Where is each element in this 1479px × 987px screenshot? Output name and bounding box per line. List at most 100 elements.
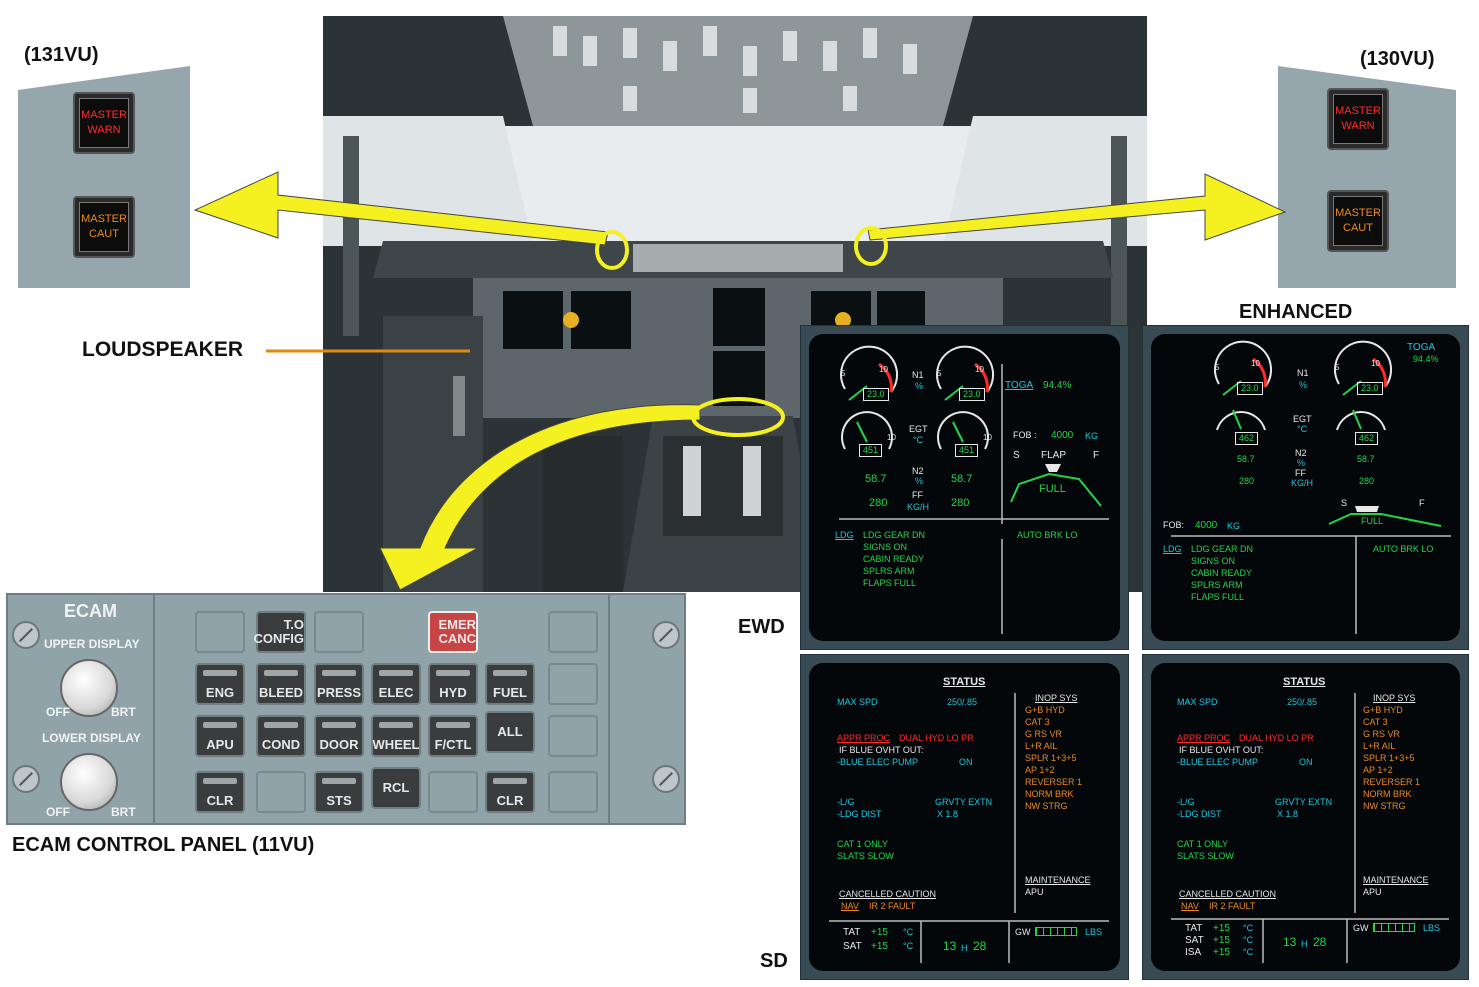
- wheel-button[interactable]: WHEEL: [371, 715, 421, 757]
- ewd-std-n1-2-five: 5: [937, 369, 942, 378]
- ewd-std-memo-4: FLAPS FULL: [863, 578, 917, 588]
- ewd-enh-ldg: LDG: [1163, 544, 1182, 554]
- clr-left-label: CLR: [206, 793, 234, 808]
- eng-button[interactable]: ENG: [195, 663, 245, 705]
- clr-right-button[interactable]: CLR: [485, 771, 535, 813]
- ewd-std-ff-label: FF: [912, 490, 923, 500]
- lower-display-knob[interactable]: [60, 753, 118, 811]
- sd-std-max-spd: MAX SPD: [837, 697, 878, 707]
- ewd-std-n1-1-five: 5: [841, 369, 846, 378]
- ewd-enh-ff-2-value: 280: [1359, 476, 1375, 486]
- sd-enh-inop-3: L+R AIL: [1363, 741, 1396, 751]
- sd-std-inop-8: NW STRG: [1025, 801, 1068, 811]
- sd-std-grvty: GRVTY EXTN: [935, 797, 993, 807]
- upper-brt-label: BRT: [111, 705, 136, 719]
- sd-std-gw: GW: [1015, 927, 1031, 937]
- sd-enh-h: H: [1301, 939, 1308, 949]
- clr-left-button[interactable]: CLR: [195, 771, 245, 813]
- sts-label: STS: [326, 793, 352, 808]
- ewd-std-fob: FOB :: [1013, 430, 1037, 440]
- ecam-title: ECAM: [64, 601, 117, 621]
- sd-std-sat-value: +15: [871, 941, 888, 952]
- all-label: ALL: [497, 724, 523, 739]
- sd-std-tat: TAT: [843, 927, 861, 938]
- sd-std-inop-6: REVERSER 1: [1025, 777, 1083, 787]
- sd-std-inop-0: G+B HYD: [1025, 705, 1065, 715]
- sd-enh-inop-8: NW STRG: [1363, 801, 1406, 811]
- sd-enh-ir2: IR 2 FAULT: [1209, 901, 1256, 911]
- sd-std-inop-1: CAT 3: [1025, 717, 1050, 727]
- bleed-button[interactable]: BLEED: [256, 663, 306, 705]
- apu-button[interactable]: APU: [195, 715, 245, 757]
- ewd-std-n1-1-ten: 10: [879, 365, 888, 374]
- ewd-enh-ff-1-value: 280: [1239, 476, 1255, 486]
- cond-button[interactable]: COND: [256, 715, 306, 757]
- ewd-enh-fob-value: 4000: [1195, 520, 1218, 531]
- sd-enh-inop-1: CAT 3: [1363, 717, 1388, 727]
- cond-label: COND: [261, 737, 301, 752]
- sd-enh-max-spd: MAX SPD: [1177, 697, 1218, 707]
- ewd-enh-auto-brk: AUTO BRK LO: [1373, 544, 1434, 554]
- sd-std-slats: SLATS SLOW: [837, 851, 894, 861]
- ewd-enh-n1-1-value: 23.0: [1237, 382, 1263, 395]
- hyd-button[interactable]: HYD: [428, 663, 478, 705]
- sd-enh-isa-value: +15: [1213, 947, 1230, 958]
- sd-enh-if-blue: IF BLUE OVHT OUT:: [1179, 745, 1264, 755]
- sd-std-inop-3: L+R AIL: [1025, 741, 1058, 751]
- wheel-label: WHEEL: [372, 737, 420, 752]
- sd-enh-slats: SLATS SLOW: [1177, 851, 1234, 861]
- elec-button[interactable]: ELEC: [371, 663, 421, 705]
- ewd-std-memo-1: SIGNS ON: [863, 542, 908, 552]
- ewd-enh-memo-1: SIGNS ON: [1191, 556, 1236, 566]
- sd-enh-inop-4: SPLR 1+3+5: [1363, 753, 1415, 763]
- sd-std-lg: -L/G: [837, 797, 855, 807]
- ewd-enh-egt-1-value: 462: [1235, 432, 1259, 445]
- ewd-standard-display: 5 10 5 10 23.0 23.0 N1 % 451 451 EGT °C …: [800, 325, 1129, 650]
- sd-enh-sat: SAT: [1185, 935, 1204, 946]
- ewd-std-memo-3: SPLRS ARM: [863, 566, 915, 576]
- ewd-std-n2-2-value: 58.7: [951, 473, 973, 485]
- ewd-enh-n1-pct: %: [1299, 380, 1308, 390]
- ewd-enh-flap-s: S: [1341, 498, 1348, 508]
- to-config-button[interactable]: T.O CONFIG: [253, 611, 306, 653]
- bleed-label: BLEED: [258, 685, 304, 700]
- sd-std-inop-5: AP 1+2: [1025, 765, 1055, 775]
- arrow-to-vu130: [867, 173, 1287, 241]
- all-button[interactable]: ALL: [485, 711, 535, 753]
- sd-enh-status-title: STATUS: [1283, 676, 1326, 688]
- screw-top-left: [12, 621, 40, 649]
- lower-display-label: LOWER DISPLAY: [42, 731, 141, 745]
- blank-key: [195, 611, 245, 653]
- enhanced-label: ENHANCED: [1239, 301, 1353, 323]
- rcl-button[interactable]: RCL: [371, 767, 421, 809]
- ewd-std-ff-2-value: 280: [951, 497, 970, 509]
- sd-enhanced-display: STATUS MAX SPD 250/.85 APPR PROC DUAL HY…: [1142, 654, 1469, 980]
- clr-right-label: CLR: [496, 793, 524, 808]
- ewd-std-egt-2-ten: 10: [983, 433, 992, 442]
- ewd-std-egt-label: EGT: [909, 424, 928, 434]
- door-button[interactable]: DOOR: [314, 715, 364, 757]
- sd-std-appr-proc: APPR PROC: [837, 733, 891, 743]
- blank-key: [548, 715, 598, 757]
- ewd-enh-toga-value: 94.4%: [1413, 354, 1439, 364]
- sd-enh-sat-unit: °C: [1243, 935, 1254, 945]
- ewd-enh-memo-3: SPLRS ARM: [1191, 580, 1243, 590]
- emer-canc-line2: CANC: [438, 631, 476, 646]
- ewd-std-flap-label: FLAP: [1041, 450, 1067, 461]
- ewd-standard-graphics: [839, 345, 1109, 634]
- to-config-line2: CONFIG: [253, 631, 304, 646]
- ewd-std-ff-1-value: 280: [869, 497, 888, 509]
- sts-button[interactable]: STS: [314, 771, 364, 813]
- fuel-button[interactable]: FUEL: [485, 663, 535, 705]
- elec-label: ELEC: [378, 685, 414, 700]
- sd-std-maintenance: MAINTENANCE: [1025, 875, 1091, 885]
- emer-canc-button[interactable]: EMER CANC: [428, 611, 478, 653]
- fctl-button[interactable]: F/CTL: [428, 715, 478, 757]
- sd-enh-inop-0: G+B HYD: [1363, 705, 1403, 715]
- press-button[interactable]: PRESS: [314, 663, 364, 705]
- hyd-label: HYD: [439, 685, 467, 700]
- blank-key: [548, 611, 598, 653]
- sd-std-nav: NAV: [841, 901, 859, 911]
- ewd-enh-n1-2-five: 5: [1335, 363, 1340, 372]
- ewd-enhanced-display: 23.0 23.0 5 10 5 10 N1 % 462 462 EGT °C …: [1142, 325, 1469, 650]
